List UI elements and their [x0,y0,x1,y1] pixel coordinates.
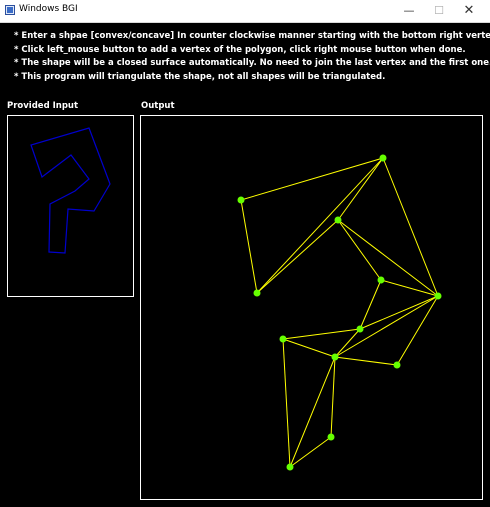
triangulation-edge [396,295,439,366]
polygon-vertex [327,433,335,441]
triangulation-edge [337,219,382,281]
input-polygon [30,127,111,254]
triangulation-edge [282,338,336,358]
polygon-vertex [379,154,387,162]
polygon-vertex [253,289,261,297]
triangulation-edge [240,199,258,294]
triangulation-edge [256,157,384,294]
polygon-vertex [434,292,442,300]
polygon-vertex [279,335,287,343]
polygon-vertex [334,216,342,224]
polygon-vertex [377,276,385,284]
triangulation-edge [334,356,398,366]
triangulation-edge [256,219,339,294]
triangulation-edge [330,356,336,438]
drawing-canvas [30,127,442,471]
polygon-vertex [393,361,401,369]
triangulation-edge [334,328,361,358]
triangulation-edge [282,328,361,340]
polygon-vertex [237,196,245,204]
triangulation-edge [240,157,384,201]
triangulation-edge [334,295,439,358]
triangulation-edge [282,338,291,468]
polygon-vertex [286,463,294,471]
triangulation-edge [380,279,439,297]
polygon-vertex [356,325,364,333]
polygon-vertex [331,353,339,361]
triangulation-edge [337,157,384,221]
